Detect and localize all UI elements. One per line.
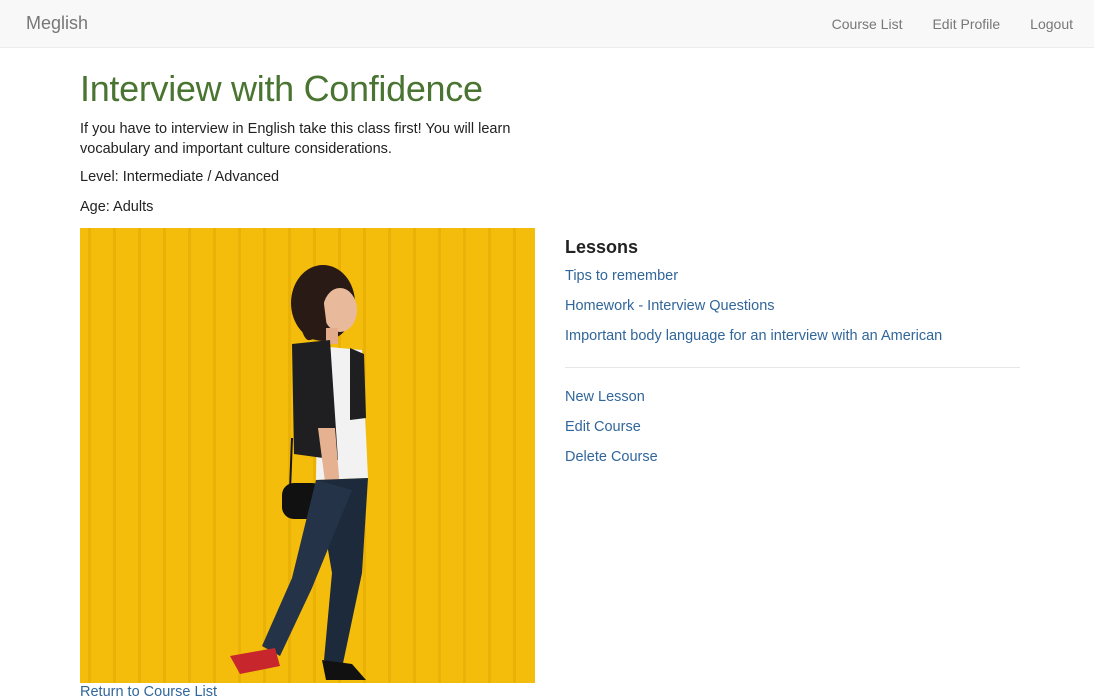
edit-course-link[interactable]: Edit Course [565, 419, 641, 435]
new-lesson-link[interactable]: New Lesson [565, 389, 645, 405]
delete-course-link[interactable]: Delete Course [565, 449, 658, 465]
course-title: Interview with Confidence [80, 68, 483, 109]
course-image [80, 228, 535, 683]
nav-logout[interactable]: Logout [1030, 16, 1073, 32]
course-age: Age: Adults [80, 199, 154, 215]
section-divider [565, 367, 1020, 368]
brand-logo[interactable]: Meglish [26, 13, 88, 34]
lessons-heading: Lessons [565, 237, 639, 257]
course-description: If you have to interview in English take… [80, 121, 511, 157]
woman-walking-illustration [80, 228, 535, 683]
lesson-link-body-language[interactable]: Important body language for an interview… [565, 328, 942, 344]
top-navbar: Meglish Course List Edit Profile Logout [0, 0, 1094, 48]
lesson-link-tips[interactable]: Tips to remember [565, 268, 678, 284]
lesson-link-homework[interactable]: Homework - Interview Questions [565, 298, 775, 314]
return-to-course-list-link[interactable]: Return to Course List [80, 684, 217, 700]
nav-course-list[interactable]: Course List [832, 16, 903, 32]
nav-links: Course List Edit Profile Logout [832, 16, 1073, 32]
course-level: Level: Intermediate / Advanced [80, 169, 280, 185]
nav-edit-profile[interactable]: Edit Profile [932, 16, 1000, 32]
